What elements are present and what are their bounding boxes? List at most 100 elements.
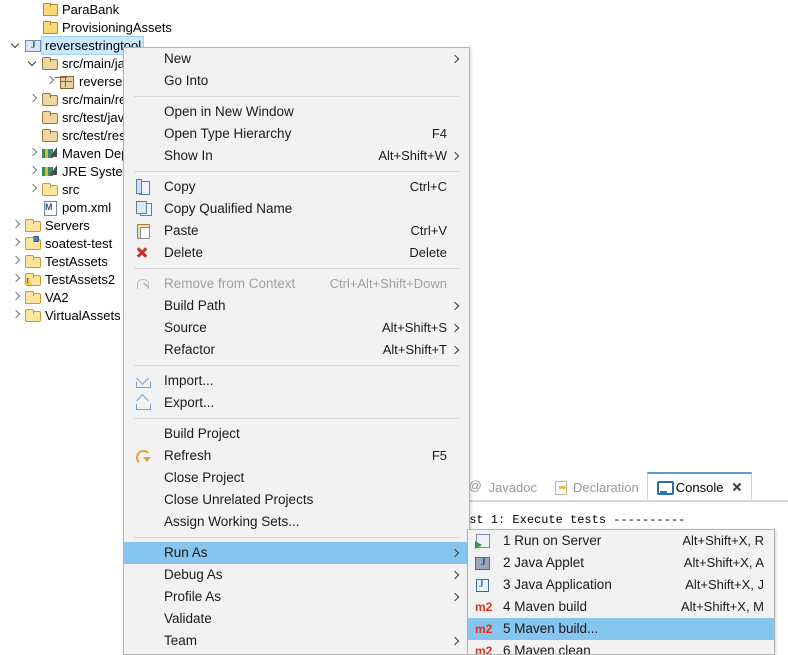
- run-as-submenu[interactable]: 1 Run on Server Alt+Shift+X, R 2 Java Appl…: [467, 529, 775, 655]
- menu-item-close-unrelated-projects[interactable]: Close Unrelated Projects: [124, 489, 469, 511]
- run-on-server-icon: [473, 533, 495, 549]
- run-as-item-5-maven-build[interactable]: 5 Maven build...: [468, 618, 774, 640]
- run-as-item-2-java-applet[interactable]: 2 Java Applet Alt+Shift+X, A: [468, 552, 774, 574]
- menu-item-label: Source: [164, 320, 207, 335]
- submenu-arrow-spacer: [449, 514, 461, 530]
- menu-item-debug-as[interactable]: Debug As: [124, 564, 469, 586]
- view-tab-console[interactable]: Console: [646, 472, 753, 500]
- copy-icon: [134, 179, 156, 195]
- menu-item-build-project[interactable]: Build Project: [124, 423, 469, 445]
- run-as-item-6-maven-clean[interactable]: 6 Maven clean: [468, 640, 774, 655]
- menu-item-new[interactable]: New: [124, 48, 469, 70]
- menu-item-validate[interactable]: Validate: [124, 608, 469, 630]
- source-folder-icon: [41, 109, 59, 125]
- chevron-right-icon[interactable]: [25, 144, 41, 162]
- run-as-item-label: 4 Maven build: [503, 599, 588, 614]
- menu-item-go-into[interactable]: Go Into: [124, 70, 469, 92]
- run-as-item-1-run-on-server[interactable]: 1 Run on Server Alt+Shift+X, R: [468, 530, 774, 552]
- menu-item-assign-working-sets[interactable]: Assign Working Sets...: [124, 511, 469, 533]
- project-context-menu[interactable]: New Go Into Open in New Window Open Type Hi…: [123, 47, 470, 655]
- menu-item-remove-from-context: Remove from Context Ctrl+Alt+Shift+Down: [124, 273, 469, 295]
- submenu-arrow-spacer: [449, 126, 461, 142]
- menu-item-import[interactable]: Import...: [124, 370, 469, 392]
- chevron-right-icon[interactable]: [8, 216, 24, 234]
- view-tab-label: Declaration: [572, 479, 639, 495]
- view-tab-declaration[interactable]: Declaration: [545, 474, 647, 500]
- chevron-right-icon[interactable]: [25, 162, 41, 180]
- menu-item-shortcut: F5: [431, 448, 447, 463]
- menu-item-label: Paste: [164, 223, 199, 238]
- warning-overlay-icon: [24, 277, 32, 285]
- menu-item-refresh[interactable]: Refresh F5: [124, 445, 469, 467]
- at-icon: [469, 478, 484, 494]
- menu-icon-spacer: [134, 611, 156, 627]
- submenu-arrow-spacer: [449, 426, 461, 442]
- soatest-overlay-icon: [33, 236, 39, 242]
- menu-item-copy-qualified-name[interactable]: Copy Qualified Name: [124, 198, 469, 220]
- close-icon[interactable]: [731, 481, 743, 493]
- run-as-item-3-java-application[interactable]: 3 Java Application Alt+Shift+X, J: [468, 574, 774, 596]
- menu-icon-spacer: [134, 298, 156, 314]
- chevron-right-icon[interactable]: [25, 180, 41, 198]
- tree-item-label: pom.xml: [62, 199, 112, 215]
- menu-item-run-as[interactable]: Run As: [124, 542, 469, 564]
- submenu-arrow-icon: [449, 633, 461, 649]
- menu-item-open-type-hierarchy[interactable]: Open Type Hierarchy F4: [124, 123, 469, 145]
- source-folder-icon: [41, 91, 59, 107]
- submenu-arrow-spacer: [449, 223, 461, 239]
- menu-item-shortcut: Ctrl+C: [409, 179, 447, 194]
- delete-icon: [134, 245, 156, 261]
- menu-item-open-in-new-window[interactable]: Open in New Window: [124, 101, 469, 123]
- tree-item-provisioningassets[interactable]: ProvisioningAssets: [0, 18, 406, 36]
- menu-item-show-in[interactable]: Show In Alt+Shift+W: [124, 145, 469, 167]
- menu-item-label: Validate: [164, 611, 212, 626]
- menu-item-label: Assign Working Sets...: [164, 514, 300, 529]
- submenu-arrow-icon: [449, 545, 461, 561]
- menu-item-label: Close Unrelated Projects: [164, 492, 314, 507]
- menu-item-close-project[interactable]: Close Project: [124, 467, 469, 489]
- chevron-right-icon[interactable]: [8, 252, 24, 270]
- menu-separator: [134, 268, 459, 269]
- menu-icon-spacer: [134, 104, 156, 120]
- submenu-arrow-icon: [449, 342, 461, 358]
- folder-icon: [24, 289, 42, 305]
- export-icon: [134, 395, 156, 411]
- chevron-right-icon[interactable]: [8, 270, 24, 288]
- chevron-right-icon[interactable]: [8, 288, 24, 306]
- run-as-item-label: 6 Maven clean: [503, 643, 591, 655]
- menu-item-refactor[interactable]: Refactor Alt+Shift+T: [124, 339, 469, 361]
- chevron-down-icon[interactable]: [8, 36, 24, 54]
- menu-separator: [134, 418, 459, 419]
- chevron-right-icon[interactable]: [8, 234, 24, 252]
- chevron-down-icon[interactable]: [25, 54, 41, 72]
- menu-item-paste[interactable]: Paste Ctrl+V: [124, 220, 469, 242]
- submenu-arrow-spacer: [449, 276, 461, 292]
- view-tab-javadoc[interactable]: Javadoc: [461, 474, 545, 500]
- tree-item-label: TestAssets: [45, 253, 108, 269]
- menu-item-delete[interactable]: Delete Delete: [124, 242, 469, 264]
- menu-item-label: Profile As: [164, 589, 222, 604]
- menu-separator: [134, 365, 459, 366]
- menu-item-build-path[interactable]: Build Path: [124, 295, 469, 317]
- chevron-right-icon[interactable]: [42, 72, 58, 90]
- submenu-arrow-spacer: [449, 611, 461, 627]
- folder-icon: [24, 307, 42, 323]
- chevron-right-icon[interactable]: [8, 306, 24, 324]
- menu-item-label: Build Path: [164, 298, 226, 313]
- menu-item-source[interactable]: Source Alt+Shift+S: [124, 317, 469, 339]
- tree-twisty-spacer: [25, 126, 41, 144]
- run-as-item-4-maven-build[interactable]: 4 Maven build Alt+Shift+X, M: [468, 596, 774, 618]
- menu-item-copy[interactable]: Copy Ctrl+C: [124, 176, 469, 198]
- menu-item-team[interactable]: Team: [124, 630, 469, 652]
- menu-item-label: Refresh: [164, 448, 212, 463]
- submenu-arrow-icon: [449, 298, 461, 314]
- folder-icon: [24, 217, 42, 233]
- menu-item-export[interactable]: Export...: [124, 392, 469, 414]
- menu-item-shortcut: Alt+Shift+W: [378, 148, 447, 163]
- tree-item-parabank[interactable]: ParaBank: [0, 0, 406, 18]
- menu-item-profile-as[interactable]: Profile As: [124, 586, 469, 608]
- java-project-icon: [24, 36, 42, 54]
- closed-project-folder-icon: [41, 19, 59, 35]
- chevron-right-icon[interactable]: [25, 90, 41, 108]
- library-icon: [41, 145, 59, 161]
